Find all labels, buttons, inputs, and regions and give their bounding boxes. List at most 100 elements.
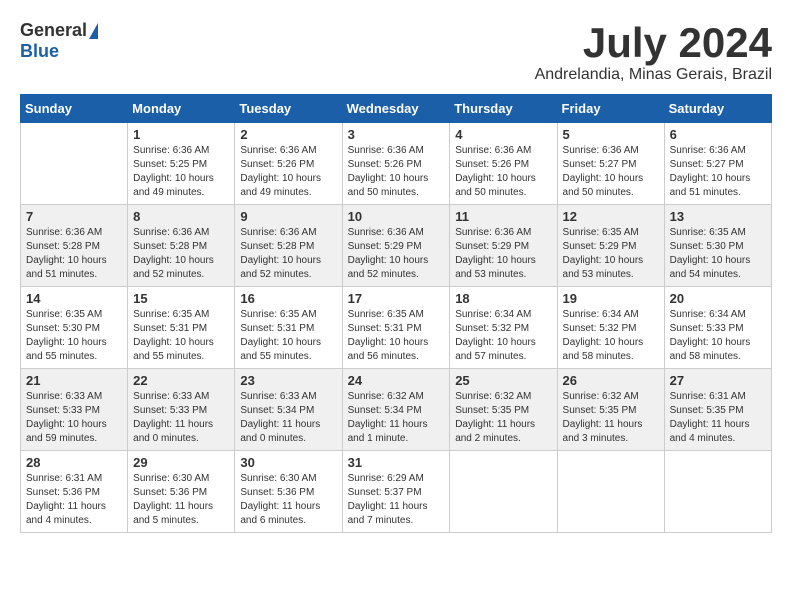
day-number: 5 xyxy=(563,127,659,142)
week-row-3: 14 Sunrise: 6:35 AMSunset: 5:30 PMDaylig… xyxy=(21,287,772,369)
day-info: Sunrise: 6:36 AMSunset: 5:28 PMDaylight:… xyxy=(26,227,107,280)
day-info: Sunrise: 6:30 AMSunset: 5:36 PMDaylight:… xyxy=(240,473,320,526)
day-info: Sunrise: 6:36 AMSunset: 5:28 PMDaylight:… xyxy=(133,227,214,280)
day-info: Sunrise: 6:31 AMSunset: 5:36 PMDaylight:… xyxy=(26,473,106,526)
day-info: Sunrise: 6:36 AMSunset: 5:26 PMDaylight:… xyxy=(348,145,429,198)
calendar-cell: 11 Sunrise: 6:36 AMSunset: 5:29 PMDaylig… xyxy=(450,205,557,287)
header: General Blue July 2024 Andrelandia, Mina… xyxy=(20,20,772,84)
day-info: Sunrise: 6:36 AMSunset: 5:29 PMDaylight:… xyxy=(455,227,536,280)
week-row-4: 21 Sunrise: 6:33 AMSunset: 5:33 PMDaylig… xyxy=(21,369,772,451)
calendar-cell: 23 Sunrise: 6:33 AMSunset: 5:34 PMDaylig… xyxy=(235,369,342,451)
calendar-cell: 4 Sunrise: 6:36 AMSunset: 5:26 PMDayligh… xyxy=(450,123,557,205)
weekday-header-saturday: Saturday xyxy=(664,95,771,123)
calendar-table: SundayMondayTuesdayWednesdayThursdayFrid… xyxy=(20,94,772,533)
day-info: Sunrise: 6:35 AMSunset: 5:31 PMDaylight:… xyxy=(348,309,429,362)
location-title: Andrelandia, Minas Gerais, Brazil xyxy=(535,66,772,84)
calendar-cell: 2 Sunrise: 6:36 AMSunset: 5:26 PMDayligh… xyxy=(235,123,342,205)
day-info: Sunrise: 6:36 AMSunset: 5:29 PMDaylight:… xyxy=(348,227,429,280)
day-number: 30 xyxy=(240,455,336,470)
day-info: Sunrise: 6:36 AMSunset: 5:26 PMDaylight:… xyxy=(455,145,536,198)
calendar-cell: 18 Sunrise: 6:34 AMSunset: 5:32 PMDaylig… xyxy=(450,287,557,369)
day-info: Sunrise: 6:35 AMSunset: 5:31 PMDaylight:… xyxy=(240,309,321,362)
day-info: Sunrise: 6:34 AMSunset: 5:32 PMDaylight:… xyxy=(563,309,644,362)
day-info: Sunrise: 6:34 AMSunset: 5:32 PMDaylight:… xyxy=(455,309,536,362)
calendar-cell: 22 Sunrise: 6:33 AMSunset: 5:33 PMDaylig… xyxy=(128,369,235,451)
calendar-cell: 26 Sunrise: 6:32 AMSunset: 5:35 PMDaylig… xyxy=(557,369,664,451)
day-info: Sunrise: 6:33 AMSunset: 5:33 PMDaylight:… xyxy=(26,391,107,444)
day-info: Sunrise: 6:35 AMSunset: 5:29 PMDaylight:… xyxy=(563,227,644,280)
month-title: July 2024 xyxy=(535,20,772,66)
day-info: Sunrise: 6:35 AMSunset: 5:30 PMDaylight:… xyxy=(26,309,107,362)
calendar-cell: 25 Sunrise: 6:32 AMSunset: 5:35 PMDaylig… xyxy=(450,369,557,451)
calendar-cell: 24 Sunrise: 6:32 AMSunset: 5:34 PMDaylig… xyxy=(342,369,450,451)
day-number: 1 xyxy=(133,127,229,142)
calendar-cell: 13 Sunrise: 6:35 AMSunset: 5:30 PMDaylig… xyxy=(664,205,771,287)
weekday-header-wednesday: Wednesday xyxy=(342,95,450,123)
calendar-cell: 8 Sunrise: 6:36 AMSunset: 5:28 PMDayligh… xyxy=(128,205,235,287)
day-number: 6 xyxy=(670,127,766,142)
calendar-cell: 19 Sunrise: 6:34 AMSunset: 5:32 PMDaylig… xyxy=(557,287,664,369)
day-number: 19 xyxy=(563,291,659,306)
day-number: 9 xyxy=(240,209,336,224)
calendar-cell: 21 Sunrise: 6:33 AMSunset: 5:33 PMDaylig… xyxy=(21,369,128,451)
week-row-1: 1 Sunrise: 6:36 AMSunset: 5:25 PMDayligh… xyxy=(21,123,772,205)
day-number: 15 xyxy=(133,291,229,306)
day-number: 13 xyxy=(670,209,766,224)
day-number: 24 xyxy=(348,373,445,388)
weekday-header-sunday: Sunday xyxy=(21,95,128,123)
weekday-header-friday: Friday xyxy=(557,95,664,123)
calendar-cell: 28 Sunrise: 6:31 AMSunset: 5:36 PMDaylig… xyxy=(21,451,128,533)
day-number: 31 xyxy=(348,455,445,470)
day-info: Sunrise: 6:32 AMSunset: 5:34 PMDaylight:… xyxy=(348,391,428,444)
day-number: 25 xyxy=(455,373,551,388)
logo-triangle-icon xyxy=(89,23,98,39)
calendar-cell: 9 Sunrise: 6:36 AMSunset: 5:28 PMDayligh… xyxy=(235,205,342,287)
day-info: Sunrise: 6:36 AMSunset: 5:27 PMDaylight:… xyxy=(563,145,644,198)
day-info: Sunrise: 6:33 AMSunset: 5:34 PMDaylight:… xyxy=(240,391,320,444)
day-number: 23 xyxy=(240,373,336,388)
calendar-cell xyxy=(450,451,557,533)
calendar-cell: 3 Sunrise: 6:36 AMSunset: 5:26 PMDayligh… xyxy=(342,123,450,205)
logo-blue-text: Blue xyxy=(20,41,59,62)
day-number: 14 xyxy=(26,291,122,306)
day-number: 18 xyxy=(455,291,551,306)
day-number: 8 xyxy=(133,209,229,224)
calendar-cell: 14 Sunrise: 6:35 AMSunset: 5:30 PMDaylig… xyxy=(21,287,128,369)
logo: General Blue xyxy=(20,20,98,62)
day-info: Sunrise: 6:36 AMSunset: 5:27 PMDaylight:… xyxy=(670,145,751,198)
day-info: Sunrise: 6:29 AMSunset: 5:37 PMDaylight:… xyxy=(348,473,428,526)
weekday-header-row: SundayMondayTuesdayWednesdayThursdayFrid… xyxy=(21,95,772,123)
weekday-header-monday: Monday xyxy=(128,95,235,123)
calendar-cell: 20 Sunrise: 6:34 AMSunset: 5:33 PMDaylig… xyxy=(664,287,771,369)
calendar-cell: 5 Sunrise: 6:36 AMSunset: 5:27 PMDayligh… xyxy=(557,123,664,205)
day-number: 4 xyxy=(455,127,551,142)
day-info: Sunrise: 6:35 AMSunset: 5:31 PMDaylight:… xyxy=(133,309,214,362)
weekday-header-tuesday: Tuesday xyxy=(235,95,342,123)
day-info: Sunrise: 6:31 AMSunset: 5:35 PMDaylight:… xyxy=(670,391,750,444)
calendar-cell: 30 Sunrise: 6:30 AMSunset: 5:36 PMDaylig… xyxy=(235,451,342,533)
day-number: 20 xyxy=(670,291,766,306)
day-number: 17 xyxy=(348,291,445,306)
calendar-cell: 10 Sunrise: 6:36 AMSunset: 5:29 PMDaylig… xyxy=(342,205,450,287)
day-number: 2 xyxy=(240,127,336,142)
day-number: 28 xyxy=(26,455,122,470)
day-number: 26 xyxy=(563,373,659,388)
day-info: Sunrise: 6:36 AMSunset: 5:26 PMDaylight:… xyxy=(240,145,321,198)
day-info: Sunrise: 6:30 AMSunset: 5:36 PMDaylight:… xyxy=(133,473,213,526)
day-number: 7 xyxy=(26,209,122,224)
title-section: July 2024 Andrelandia, Minas Gerais, Bra… xyxy=(535,20,772,84)
calendar-cell: 16 Sunrise: 6:35 AMSunset: 5:31 PMDaylig… xyxy=(235,287,342,369)
calendar-cell xyxy=(557,451,664,533)
calendar-cell xyxy=(21,123,128,205)
calendar-cell: 6 Sunrise: 6:36 AMSunset: 5:27 PMDayligh… xyxy=(664,123,771,205)
day-info: Sunrise: 6:36 AMSunset: 5:25 PMDaylight:… xyxy=(133,145,214,198)
calendar-cell: 15 Sunrise: 6:35 AMSunset: 5:31 PMDaylig… xyxy=(128,287,235,369)
calendar-cell xyxy=(664,451,771,533)
day-info: Sunrise: 6:36 AMSunset: 5:28 PMDaylight:… xyxy=(240,227,321,280)
calendar-cell: 29 Sunrise: 6:30 AMSunset: 5:36 PMDaylig… xyxy=(128,451,235,533)
calendar-cell: 7 Sunrise: 6:36 AMSunset: 5:28 PMDayligh… xyxy=(21,205,128,287)
day-info: Sunrise: 6:32 AMSunset: 5:35 PMDaylight:… xyxy=(455,391,535,444)
day-number: 12 xyxy=(563,209,659,224)
calendar-cell: 1 Sunrise: 6:36 AMSunset: 5:25 PMDayligh… xyxy=(128,123,235,205)
day-number: 11 xyxy=(455,209,551,224)
